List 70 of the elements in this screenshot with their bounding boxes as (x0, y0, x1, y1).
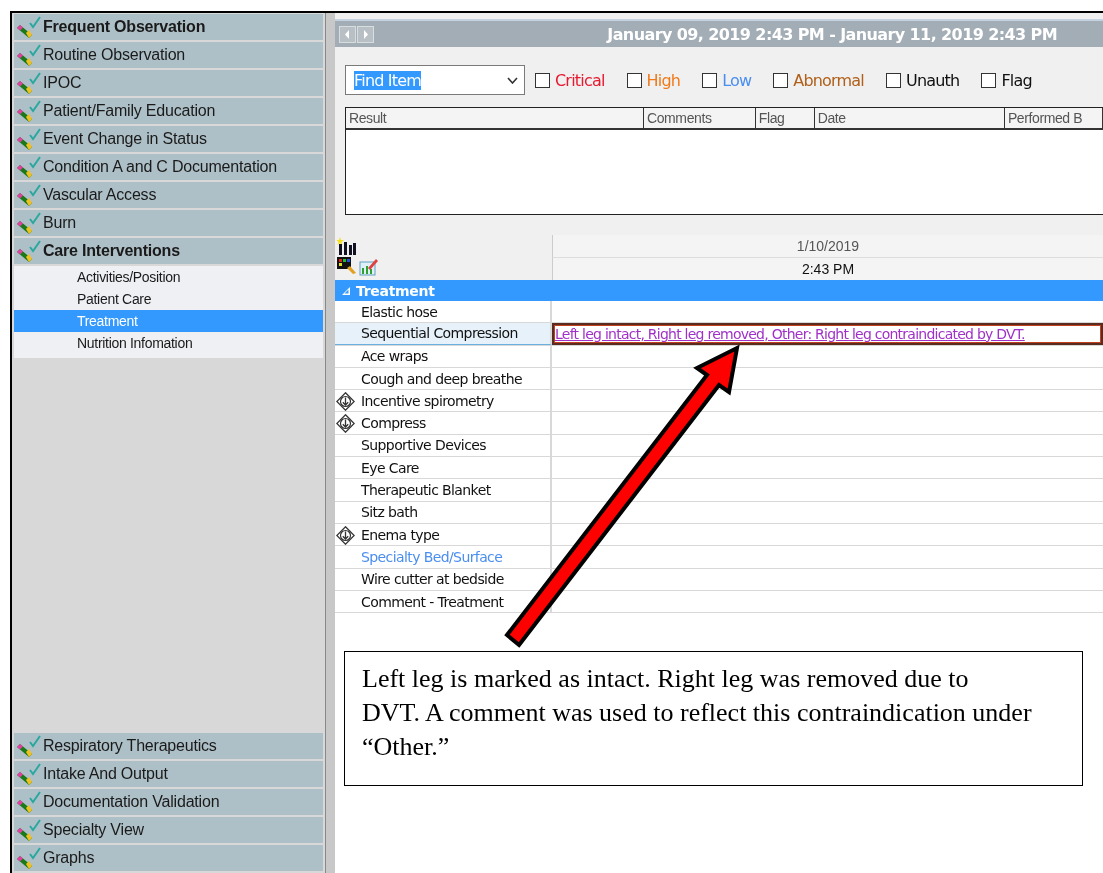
grid-pencil-icon[interactable] (337, 256, 357, 276)
collapse-icon[interactable] (341, 285, 351, 296)
sidebar-item[interactable]: Nutrition Infomation (14, 332, 323, 354)
checkbox[interactable] (626, 72, 642, 88)
row-label[interactable]: Sitz bath (361, 504, 418, 521)
row-label[interactable]: Elastic hose (361, 303, 438, 320)
row-label[interactable]: Supportive Devices (361, 437, 486, 454)
sidebar-section[interactable]: Condition A and C Documentation (14, 154, 323, 180)
pencil-check-icon (17, 791, 41, 813)
pencil-check-icon (17, 819, 41, 841)
date-range: January 09, 2019 2:43 PM - January 11, 2019 2:43 PM (607, 24, 1057, 44)
row-label[interactable]: Wire cutter at bedside (361, 571, 504, 588)
pencil-check-icon (17, 128, 41, 150)
sidebar-section[interactable]: IPOC (14, 70, 323, 96)
pencil-check-icon (17, 184, 41, 206)
column-header[interactable]: Result (346, 108, 644, 128)
sidebar-item[interactable]: Activities/Position (14, 266, 323, 288)
bar-chart-icon[interactable] (337, 236, 357, 256)
filter-label: Critical (555, 70, 605, 90)
row-label[interactable]: Ace wraps (361, 348, 428, 365)
row-label[interactable]: Therapeutic Blanket (361, 482, 491, 498)
pencil-check-icon (17, 72, 41, 94)
sidebar-section[interactable]: Vascular Access (14, 182, 323, 208)
row-label[interactable]: Eye Care (361, 459, 419, 476)
row-label[interactable]: Incentive spirometry (361, 392, 494, 409)
pencil-check-icon (17, 735, 41, 757)
callout-text: Left leg is marked as intact. Right leg was removed due to DVT. A comment was used to reflect this contraindication under “Other.” (362, 663, 1032, 763)
sidebar-section[interactable]: Graphs (14, 845, 323, 871)
filter-label: Flag (1001, 70, 1032, 90)
row-label[interactable]: Compress (361, 415, 426, 432)
sidebar-section[interactable]: Documentation Validation (14, 789, 323, 815)
sidebar-section[interactable]: Specialty View (14, 817, 323, 843)
row-label[interactable]: Cough and deep breathe (361, 370, 522, 387)
sidebar-item[interactable]: Patient Care (14, 288, 323, 310)
pencil-check-icon (17, 44, 41, 66)
sidebar-section[interactable]: Patient/Family Education (14, 98, 323, 124)
pencil-check-icon (17, 212, 41, 234)
result-link[interactable]: Left leg intact, Right leg removed, Other: Right leg contraindicated by DVT. (552, 323, 1103, 345)
column-header[interactable]: Comments (644, 108, 756, 128)
sidebar-section[interactable]: Respiratory Therapeutics (14, 733, 323, 759)
pencil-check-icon (17, 240, 41, 262)
checkbox[interactable] (886, 72, 901, 88)
filter-label: High (646, 70, 681, 90)
row-label[interactable]: Comment - Treatment (361, 593, 504, 610)
time-header: 2:43 PM (552, 258, 1103, 280)
pencil-check-icon (17, 763, 41, 785)
column-header[interactable]: Date (814, 108, 1005, 128)
column-header[interactable]: Flag (755, 108, 815, 128)
checkbox[interactable] (981, 72, 997, 88)
checkbox[interactable] (702, 72, 718, 88)
filter-label: Low (722, 70, 752, 90)
date-header: 1/10/2019 (552, 235, 1103, 258)
checkbox[interactable] (535, 72, 550, 88)
sidebar-section[interactable]: Routine Observation (14, 42, 323, 68)
sidebar-section[interactable]: Frequent Observation (14, 14, 323, 40)
row-label[interactable]: Enema type (361, 526, 440, 543)
chevron-down-icon (507, 76, 518, 84)
pencil-check-icon (17, 16, 41, 38)
sidebar-section[interactable]: Intake And Output (14, 761, 323, 787)
sidebar-section[interactable]: Event Change in Status (14, 126, 323, 152)
sidebar-section[interactable]: Burn (14, 210, 323, 236)
filter-label: Abnormal (793, 70, 864, 90)
column-header[interactable]: Performed B (1004, 108, 1103, 128)
checkbox[interactable] (773, 72, 789, 88)
pencil-check-icon (17, 847, 41, 869)
sidebar-section[interactable]: Care Interventions (14, 238, 323, 264)
filter-label: Unauth (906, 70, 960, 90)
pencil-check-icon (17, 156, 41, 178)
chart-pencil-icon[interactable] (359, 256, 379, 276)
pencil-check-icon (17, 100, 41, 122)
